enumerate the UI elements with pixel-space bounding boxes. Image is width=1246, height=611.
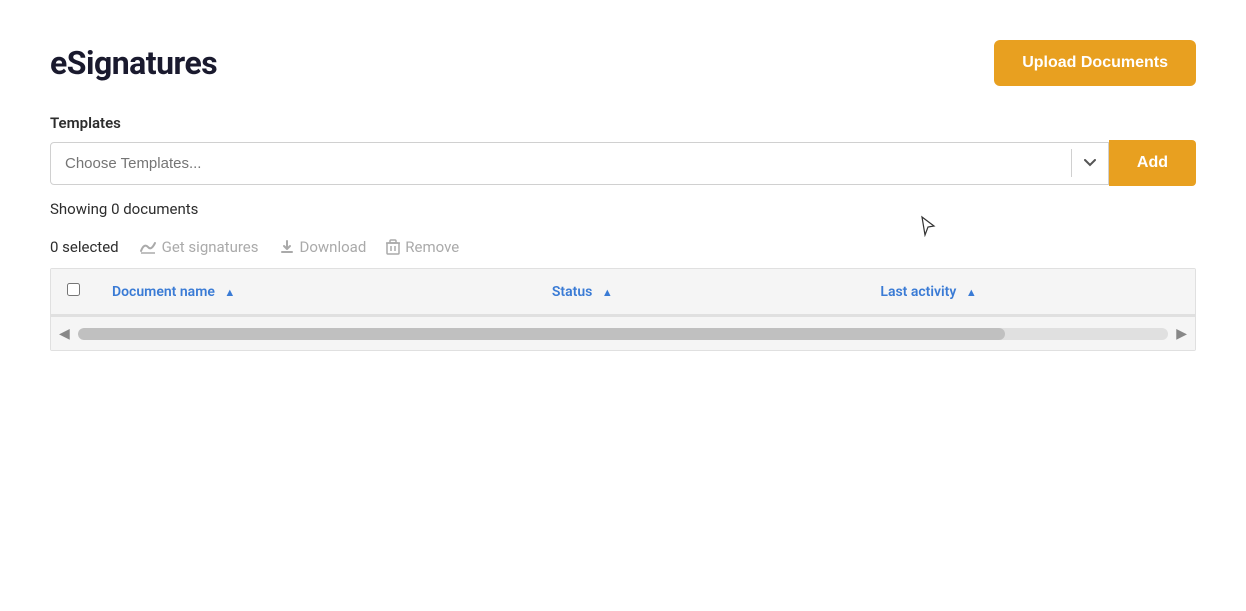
- th-checkbox: [51, 269, 96, 315]
- add-button[interactable]: Add: [1109, 140, 1196, 186]
- scrollbar-track[interactable]: [78, 328, 1168, 340]
- page-container: eSignatures Upload Documents Templates A…: [0, 0, 1246, 611]
- get-signatures-label: Get signatures: [162, 238, 259, 256]
- templates-row: Add: [50, 140, 1196, 186]
- get-signatures-action[interactable]: Get signatures: [139, 238, 259, 256]
- sort-both-icon-status: ▲: [602, 286, 613, 299]
- scroll-right-button[interactable]: ▶: [1168, 321, 1195, 346]
- header-row: eSignatures Upload Documents: [50, 40, 1196, 86]
- cursor: [920, 215, 938, 237]
- remove-action[interactable]: Remove: [386, 238, 459, 256]
- th-document-name[interactable]: Document name ▲: [96, 269, 536, 315]
- remove-label: Remove: [405, 238, 459, 256]
- sort-both-icon-activity: ▲: [966, 286, 977, 299]
- templates-input[interactable]: [51, 143, 1071, 184]
- scroll-left-button[interactable]: ◀: [51, 321, 78, 346]
- trash-icon: [386, 239, 400, 255]
- table-wrapper: Document name ▲ Status ▲ Last activity ▲: [50, 268, 1196, 351]
- scrollbar-thumb: [78, 328, 1005, 340]
- th-status-label: Status: [552, 284, 592, 300]
- select-all-checkbox[interactable]: [67, 283, 80, 296]
- upload-documents-button[interactable]: Upload Documents: [994, 40, 1196, 86]
- toolbar-row: 0 selected Get signatures Download: [50, 238, 1196, 256]
- download-action[interactable]: Download: [279, 238, 367, 256]
- signature-icon: [139, 239, 157, 255]
- download-label: Download: [300, 238, 367, 256]
- documents-table: Document name ▲ Status ▲ Last activity ▲: [51, 269, 1195, 316]
- th-status[interactable]: Status ▲: [536, 269, 865, 315]
- horizontal-scrollbar: ◀ ▶: [51, 316, 1195, 350]
- table-header: Document name ▲ Status ▲ Last activity ▲: [51, 269, 1195, 315]
- templates-dropdown-button[interactable]: [1071, 149, 1108, 177]
- th-last-activity-label: Last activity: [880, 284, 956, 300]
- app-title: eSignatures: [50, 44, 217, 82]
- showing-documents-label: Showing 0 documents: [50, 200, 1196, 218]
- templates-select-wrapper: [50, 142, 1109, 185]
- templates-label: Templates: [50, 114, 1196, 132]
- th-last-activity[interactable]: Last activity ▲: [864, 269, 1195, 315]
- selected-count: 0 selected: [50, 238, 119, 256]
- table-header-row: Document name ▲ Status ▲ Last activity ▲: [51, 269, 1195, 315]
- th-document-name-label: Document name: [112, 284, 215, 300]
- chevron-down-icon: [1084, 159, 1096, 167]
- download-icon: [279, 239, 295, 255]
- sort-asc-icon: ▲: [224, 286, 235, 299]
